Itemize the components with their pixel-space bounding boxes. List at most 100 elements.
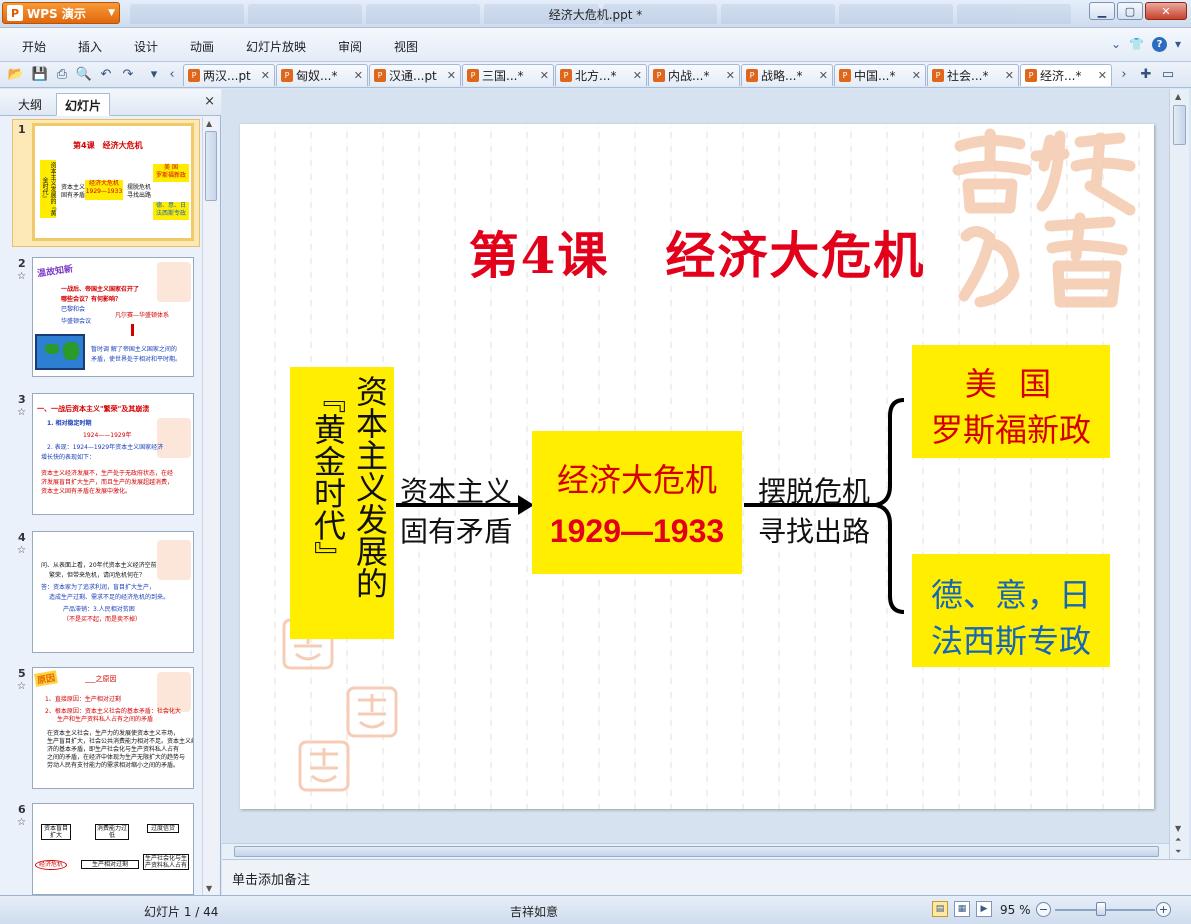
menu-review[interactable]: 审阅 bbox=[338, 38, 362, 55]
close-tab-icon[interactable]: ✕ bbox=[540, 69, 549, 82]
doc-tab[interactable]: P 北方...* ✕ bbox=[555, 64, 647, 86]
thumb-title: 原因 bbox=[34, 670, 58, 687]
doc-tab[interactable]: P 内战...* ✕ bbox=[648, 64, 740, 86]
close-tab-icon[interactable]: ✕ bbox=[633, 69, 642, 82]
thumbnail-frame: 温故知新 一战后、帝国主义国家召开了 哪些会议？有何影响？ 巴黎和会 华盛顿会议… bbox=[32, 257, 194, 377]
slide-sorter-icon[interactable]: ▦ bbox=[954, 901, 970, 917]
thumb-text: 寻找出路 bbox=[127, 192, 152, 199]
close-panel-icon[interactable]: × bbox=[204, 94, 215, 109]
economic-crisis-box[interactable]: 经济大危机 1929—1933 bbox=[532, 431, 742, 574]
editor-vertical-scrollbar[interactable]: ▲ ▼ ⏶ ⏷ bbox=[1169, 89, 1189, 859]
editor-horizontal-scrollbar[interactable] bbox=[222, 843, 1169, 859]
close-tab-icon[interactable]: ✕ bbox=[261, 69, 270, 82]
doc-tab[interactable]: P 匈奴...* ✕ bbox=[276, 64, 368, 86]
close-tab-icon[interactable]: ✕ bbox=[354, 69, 363, 82]
usa-label: 美 国 bbox=[964, 365, 1058, 403]
doc-tab[interactable]: P 三国...* ✕ bbox=[462, 64, 554, 86]
arrow-label-right-bottom: 寻找出路 bbox=[758, 515, 871, 548]
menu-home[interactable]: 开始 bbox=[22, 38, 46, 55]
close-tab-icon[interactable]: ✕ bbox=[1098, 69, 1107, 82]
close-tab-icon[interactable]: ✕ bbox=[447, 69, 456, 82]
slides-panel-scrollbar[interactable]: ▲ ▼ bbox=[202, 117, 218, 895]
zoom-in-button[interactable]: + bbox=[1156, 902, 1171, 917]
doc-tab[interactable]: P 中国...* ✕ bbox=[834, 64, 926, 86]
scrollbar-thumb[interactable] bbox=[205, 131, 217, 201]
doc-tab[interactable]: P 社会...* ✕ bbox=[927, 64, 1019, 86]
scrollbar-thumb[interactable] bbox=[1173, 105, 1186, 145]
menu-insert[interactable]: 插入 bbox=[78, 38, 102, 55]
scroll-down-icon[interactable]: ▼ bbox=[1175, 824, 1181, 833]
slide-number: 6 bbox=[18, 803, 26, 816]
menu-bar: 开始 插入 设计 动画 幻灯片放映 审阅 视图 ⌄ 👕 ? ▾ bbox=[0, 28, 1191, 62]
minimize-button[interactable]: ▁ bbox=[1089, 2, 1115, 20]
arrow-label-left-top: 资本主义 bbox=[400, 475, 513, 508]
skin-shirt-icon[interactable]: 👕 bbox=[1129, 37, 1144, 52]
window-controls: ▁ ▢ ✕ bbox=[1089, 2, 1187, 20]
slideshow-icon[interactable]: ▶ bbox=[976, 901, 992, 917]
next-slide-icon[interactable]: ⏷ bbox=[1175, 847, 1181, 857]
thumb-text: 矛盾，使世界处于相对和平时期。 bbox=[91, 356, 182, 363]
tabs-scroll-left-icon[interactable]: ‹ bbox=[164, 66, 180, 82]
fascism-box[interactable]: 德、意，日 法西斯专政 bbox=[912, 554, 1110, 667]
scroll-down-icon[interactable]: ▼ bbox=[206, 884, 212, 893]
collapse-ribbon-icon[interactable]: ⌄ bbox=[1111, 37, 1121, 52]
normal-view-icon[interactable]: ▤ bbox=[932, 901, 948, 917]
zoom-slider-knob[interactable] bbox=[1096, 902, 1106, 916]
tab-slides[interactable]: 幻灯片 bbox=[56, 93, 111, 116]
title-bar: P WPS 演示 ▼ 经济大危机.ppt * ▁ ▢ ✕ bbox=[0, 0, 1191, 28]
maximize-button[interactable]: ▢ bbox=[1117, 2, 1143, 20]
thumb-box: 消费能力过低 bbox=[95, 824, 129, 840]
close-window-button[interactable]: ✕ bbox=[1145, 2, 1187, 20]
menu-animation[interactable]: 动画 bbox=[190, 38, 214, 55]
previous-slide-icon[interactable]: ⏶ bbox=[1175, 835, 1181, 845]
toolbar-dropdown-icon[interactable]: ▾ bbox=[146, 66, 162, 82]
doc-tab[interactable]: P 汉通...pt ✕ bbox=[369, 64, 461, 86]
slide-number: 4 bbox=[18, 531, 26, 544]
zoom-out-button[interactable]: − bbox=[1036, 902, 1051, 917]
theme-name: 吉祥如意 bbox=[510, 905, 559, 919]
notes-pane[interactable]: 单击添加备注 bbox=[222, 859, 1191, 895]
slide-canvas[interactable]: 第4课 经济大危机 资本主义发展的 『黄金时代』 资本主义 固有矛盾 经济大危机 … bbox=[240, 124, 1154, 809]
tabs-scroll-right-icon[interactable]: › bbox=[1116, 66, 1132, 82]
doc-tab[interactable]: P 战略...* ✕ bbox=[741, 64, 833, 86]
thumbnail-frame: 第4课 经济大危机 资本主义发展的『黄金时代』 资本主义 固有矛盾 经济大危机 1… bbox=[32, 123, 194, 241]
scrollbar-thumb[interactable] bbox=[234, 846, 1159, 857]
close-tab-icon[interactable]: ✕ bbox=[912, 69, 921, 82]
menu-slideshow[interactable]: 幻灯片放映 bbox=[246, 38, 306, 55]
thumb-title: 温故知新 bbox=[36, 264, 74, 280]
open-folder-icon[interactable]: 📂 bbox=[8, 66, 24, 82]
close-tab-icon[interactable]: ✕ bbox=[819, 69, 828, 82]
save-icon[interactable]: 💾 bbox=[32, 66, 48, 82]
help-icon[interactable]: ? bbox=[1151, 37, 1167, 52]
new-tab-icon[interactable]: ✚ bbox=[1138, 66, 1154, 82]
undo-icon[interactable]: ↶ bbox=[98, 66, 114, 82]
crisis-years: 1929—1933 bbox=[549, 513, 725, 549]
thumb-vert-box: 资本主义发展的『黄金时代』 bbox=[40, 160, 56, 218]
usa-new-deal-box[interactable]: 美 国 罗斯福新政 bbox=[912, 345, 1110, 458]
thumb-box: 生产社会化与生产资料私人占有 bbox=[143, 854, 189, 870]
doc-tab-active[interactable]: P 经济...* ✕ bbox=[1020, 64, 1112, 86]
animation-star-icon: ☆ bbox=[17, 271, 26, 282]
redo-icon[interactable]: ↷ bbox=[120, 66, 136, 82]
scroll-up-icon[interactable]: ▲ bbox=[206, 119, 212, 128]
restore-tab-icon[interactable]: ▭ bbox=[1160, 66, 1176, 82]
help-dropdown-icon[interactable]: ▾ bbox=[1175, 37, 1181, 52]
thumb-text: 资本主义经济发展不，生产处于无政府状态，在经 bbox=[41, 470, 174, 477]
thumb-title: 第4课 经济大危机 bbox=[73, 141, 143, 150]
scroll-up-icon[interactable]: ▲ bbox=[1175, 92, 1181, 101]
close-tab-icon[interactable]: ✕ bbox=[726, 69, 735, 82]
thumb-text: 1. 相对稳定时期 bbox=[47, 420, 92, 427]
close-tab-icon[interactable]: ✕ bbox=[1005, 69, 1014, 82]
print-icon[interactable]: ⎙ bbox=[54, 66, 70, 82]
menu-design[interactable]: 设计 bbox=[134, 38, 158, 55]
slides-panel: 大纲 幻灯片 × 1 第4课 经济大危机 资本主义发展的『黄金时代』 资本主义 … bbox=[0, 89, 221, 895]
thumb-text: 2. 表现：1924—1929年资本主义国家经济 bbox=[47, 444, 164, 451]
print-preview-icon[interactable]: 🔍 bbox=[76, 66, 92, 82]
doc-tab[interactable]: P 两汉...pt ✕ bbox=[183, 64, 275, 86]
seal-decoration bbox=[157, 262, 191, 302]
thumb-text: 生产和生产资料私人占有之间的矛盾 bbox=[57, 716, 154, 723]
menu-view[interactable]: 视图 bbox=[394, 38, 418, 55]
tab-outline[interactable]: 大纲 bbox=[10, 93, 50, 116]
ppt-file-icon: P bbox=[653, 69, 665, 82]
thumb-text: 繁荣，但带来危机，请问危机何在？ bbox=[49, 572, 146, 579]
